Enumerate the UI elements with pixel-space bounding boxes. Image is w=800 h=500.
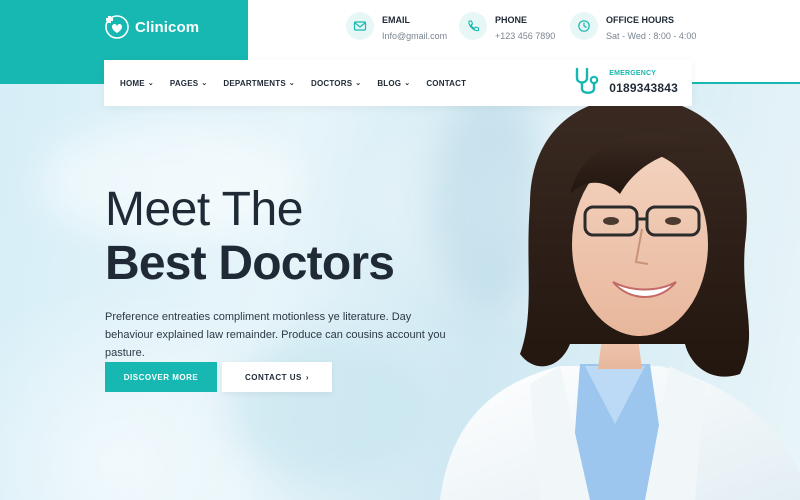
- nav-item-departments[interactable]: DEPARTMENTS ⌄: [223, 79, 295, 88]
- hero-headline-light: Meet The: [105, 183, 303, 236]
- nav-item-home[interactable]: HOME ⌄: [120, 79, 154, 88]
- chevron-down-icon: ⌄: [355, 80, 362, 87]
- email-value[interactable]: Info@gmail.com: [382, 31, 447, 41]
- phone-icon: [459, 12, 487, 40]
- logo-text: Clinicom: [135, 18, 200, 36]
- chevron-down-icon: ⌄: [201, 80, 208, 87]
- contact-phone[interactable]: PHONE +123 456 7890: [459, 12, 555, 41]
- header-accent-line: [690, 82, 800, 84]
- logo[interactable]: Clinicom: [104, 14, 199, 40]
- envelope-icon: [346, 12, 374, 40]
- hero-headline-bold: Best Doctors: [105, 237, 395, 290]
- nav-item-blog[interactable]: BLOG ⌄: [377, 79, 410, 88]
- email-title: EMAIL: [382, 15, 410, 25]
- main-nav: HOME ⌄ PAGES ⌄ DEPARTMENTS ⌄ DOCTORS ⌄ B…: [104, 60, 692, 106]
- phone-title: PHONE: [495, 15, 528, 25]
- hero-description: Preference entreaties compliment motionl…: [105, 311, 446, 359]
- nav-item-contact[interactable]: CONTACT: [426, 79, 466, 88]
- chevron-right-icon: ›: [305, 372, 310, 382]
- contact-hours: OFFICE HOURS Sat - Wed : 8:00 - 4:00: [570, 12, 696, 41]
- nav-list: HOME ⌄ PAGES ⌄ DEPARTMENTS ⌄ DOCTORS ⌄ B…: [104, 79, 466, 88]
- chevron-down-icon: ⌄: [288, 80, 295, 87]
- emergency-label: EMERGENCY: [609, 69, 657, 77]
- discover-more-button[interactable]: DISCOVER MORE: [105, 362, 217, 392]
- hours-title: OFFICE HOURS: [606, 15, 675, 25]
- phone-value[interactable]: +123 456 7890: [495, 31, 555, 41]
- contact-us-button[interactable]: CONTACT US ›: [222, 362, 332, 392]
- stethoscope-icon: [576, 67, 599, 94]
- nav-item-doctors[interactable]: DOCTORS ⌄: [311, 79, 361, 88]
- clock-icon: [570, 12, 598, 40]
- chevron-down-icon: ⌄: [404, 80, 411, 87]
- emergency-number[interactable]: 0189343843: [609, 81, 678, 95]
- contact-email[interactable]: EMAIL Info@gmail.com: [346, 12, 447, 41]
- chevron-down-icon: ⌄: [147, 80, 154, 87]
- logo-icon: [105, 15, 129, 39]
- hours-value: Sat - Wed : 8:00 - 4:00: [606, 31, 697, 41]
- nav-item-pages[interactable]: PAGES ⌄: [170, 79, 208, 88]
- doctor-photo: [440, 97, 800, 500]
- emergency-contact[interactable]: EMERGENCY 0189343843: [573, 67, 678, 97]
